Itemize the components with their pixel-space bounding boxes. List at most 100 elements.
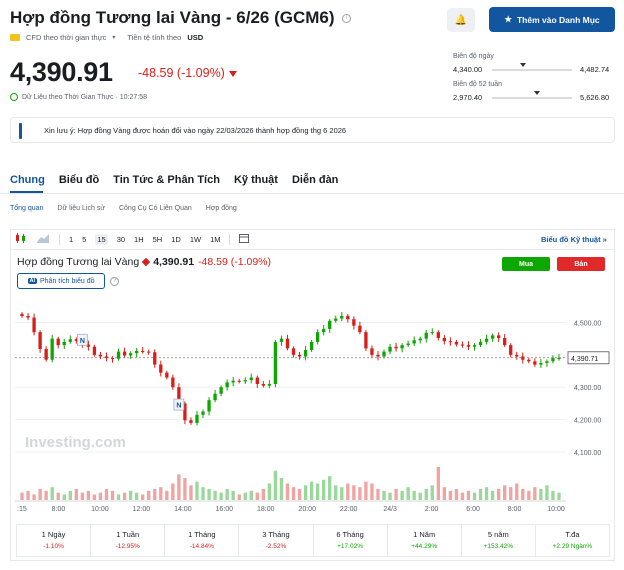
chevron-down-icon[interactable]: ▾ xyxy=(112,34,115,41)
candle-body xyxy=(219,387,223,394)
volume-bar xyxy=(38,489,42,500)
interval-1d[interactable]: 1D xyxy=(171,235,181,244)
x-tick-label: 12:00 xyxy=(133,506,151,513)
price-chart[interactable]: 4,500.004,400.004,300.004,200.004,100.00… xyxy=(11,295,613,517)
volume-bar xyxy=(364,481,368,500)
perf-value: +2.29 Ngàn% xyxy=(552,543,593,550)
watchlist-button-label: Thêm vào Danh Mục xyxy=(516,14,600,25)
week52-range-high: 5,626.80 xyxy=(580,93,610,102)
area-chart-icon[interactable] xyxy=(37,233,50,245)
candlestick-icon[interactable] xyxy=(15,233,28,245)
ai-icon: AI xyxy=(27,278,37,284)
candle-body xyxy=(394,346,398,349)
tab-overview[interactable]: Chung xyxy=(10,174,45,186)
news-marker-label: N xyxy=(176,403,181,410)
subtab-summary[interactable]: Tổng quan xyxy=(10,205,43,212)
perf-cell[interactable]: 1 Tháng -14.84% xyxy=(165,525,240,556)
candle-body xyxy=(418,338,422,341)
interval-1m[interactable]: 1M xyxy=(210,235,220,244)
price-change-value: -48.59 (-1.09%) xyxy=(138,66,225,80)
volume-bar xyxy=(32,494,36,500)
candle-body xyxy=(207,400,211,412)
subtab-contracts[interactable]: Hợp đồng xyxy=(206,205,237,212)
tab-forum[interactable]: Diễn đàn xyxy=(292,174,338,186)
live-dot-icon xyxy=(141,257,151,267)
x-tick-label: 10:00 xyxy=(91,506,109,513)
cfd-label[interactable]: CFD theo thời gian thực xyxy=(26,33,106,42)
perf-cell[interactable]: 3 Tháng -2.52% xyxy=(239,525,314,556)
page-title: Hợp đồng Tương lai Vàng - 6/26 (GCM6) i xyxy=(10,8,352,28)
subtab-related[interactable]: Công Cụ Có Liên Quan xyxy=(119,205,192,212)
perf-value: -1.10% xyxy=(43,543,64,550)
perf-cell[interactable]: 1 Tuần -12.95% xyxy=(91,525,166,556)
volume-bar xyxy=(334,485,338,500)
volume-bar xyxy=(285,483,290,500)
calendar-icon[interactable] xyxy=(239,233,250,245)
contract-rollover-notice: Xin lưu ý: Hợp đồng Vàng được hoán đổi v… xyxy=(10,117,615,143)
x-tick-label: 24/3 xyxy=(383,506,397,513)
candle-body xyxy=(159,364,163,373)
perf-cell[interactable]: 1 Ngày -1.10% xyxy=(17,525,92,556)
buy-button[interactable]: Mua xyxy=(502,257,550,271)
x-tick-label: 6:00 xyxy=(466,506,480,513)
interval-5[interactable]: 5 xyxy=(82,235,86,244)
interval-5h[interactable]: 5H xyxy=(153,235,163,244)
alert-button[interactable]: 🔔 xyxy=(447,8,475,32)
perf-cell[interactable]: 5 năm +153.42% xyxy=(462,525,536,556)
volume-bar xyxy=(490,490,495,500)
perf-label: 5 năm xyxy=(487,530,509,539)
volume-bar xyxy=(424,489,428,500)
interval-1w[interactable]: 1W xyxy=(190,235,201,244)
volume-bar xyxy=(521,489,525,500)
tab-chart[interactable]: Biểu đồ xyxy=(59,174,99,186)
interval-30[interactable]: 30 xyxy=(117,235,125,244)
y-tick-label: 4,200.00 xyxy=(574,418,601,425)
add-to-watchlist-button[interactable]: ★ Thêm vào Danh Mục xyxy=(489,7,615,32)
volume-bar xyxy=(557,492,561,500)
x-tick-label: :15 xyxy=(17,506,27,513)
candle-body xyxy=(478,341,483,346)
volume-bar xyxy=(141,494,145,500)
volume-bar xyxy=(533,487,537,500)
candle-body xyxy=(334,318,338,321)
candle-body xyxy=(448,341,453,343)
candle-body xyxy=(249,377,253,381)
interval-1h[interactable]: 1H xyxy=(134,235,144,244)
interval-15[interactable]: 15 xyxy=(95,233,108,245)
info-icon[interactable]: i xyxy=(342,14,352,24)
tab-news[interactable]: Tin Tức & Phân Tích xyxy=(113,174,220,186)
volume-bar xyxy=(116,494,121,500)
volume-bar xyxy=(122,492,127,500)
week52-range-label: Biên độ 52 tuần xyxy=(453,81,503,88)
candle-body xyxy=(213,393,217,401)
volume-bar xyxy=(183,478,187,500)
help-icon[interactable]: ? xyxy=(110,277,119,286)
candle-body xyxy=(110,358,115,360)
volume-bar xyxy=(189,485,193,500)
tab-technical[interactable]: Kỹ thuật xyxy=(234,174,278,186)
candle-body xyxy=(430,332,434,334)
sell-button[interactable]: Bán xyxy=(557,257,605,271)
candle-body xyxy=(400,345,404,349)
chart-analysis-button[interactable]: AI Phân tích biểu đồ xyxy=(17,273,105,289)
y-tick-label: 4,100.00 xyxy=(574,450,601,457)
candle-body xyxy=(128,353,133,356)
perf-cell[interactable]: T.đa +2.29 Ngàn% xyxy=(536,525,609,556)
perf-label: 1 Ngày xyxy=(41,530,66,539)
volume-bar xyxy=(352,485,356,500)
candle-body xyxy=(503,337,507,346)
volume-bar xyxy=(394,489,398,500)
week52-range-bar xyxy=(492,97,572,99)
x-tick-label: 18:00 xyxy=(257,506,275,513)
candle-body xyxy=(406,343,410,346)
technical-chart-link[interactable]: Biểu đồ Kỹ thuật » xyxy=(541,235,607,244)
perf-cell[interactable]: 6 Tháng +17.02% xyxy=(314,525,388,556)
volume-bar xyxy=(20,492,24,500)
candle-body xyxy=(472,345,477,347)
sub-tabs: Tổng quan Dữ liệu Lịch sử Công Cụ Có Liê… xyxy=(10,205,237,212)
candle-body xyxy=(315,332,320,342)
volume-bar xyxy=(460,492,465,500)
perf-cell[interactable]: 1 Năm +44.29% xyxy=(388,525,462,556)
interval-1[interactable]: 1 xyxy=(69,235,73,244)
subtab-history[interactable]: Dữ liệu Lịch sử xyxy=(57,205,105,212)
